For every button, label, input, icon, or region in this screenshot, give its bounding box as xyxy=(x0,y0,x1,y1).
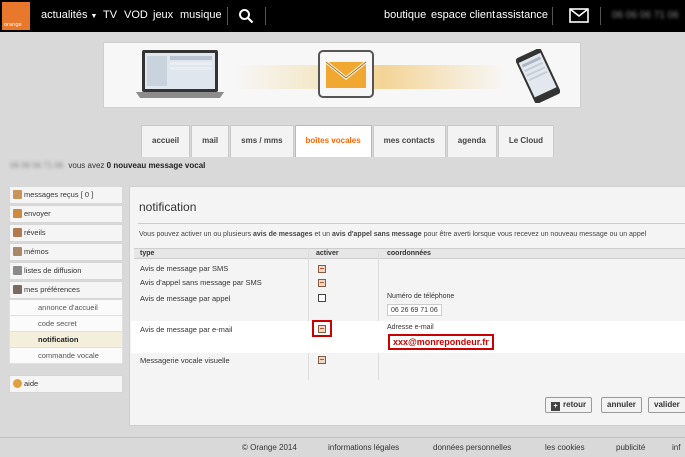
checkbox-appel[interactable] xyxy=(318,294,326,302)
orange-logo[interactable]: orange xyxy=(2,2,30,30)
row-type-appel-sans-message: Avis d'appel sans message par SMS xyxy=(140,278,262,287)
user-phone-number: 06 06 06 71 06 xyxy=(612,10,679,21)
footer-copyright: © Orange 2014 xyxy=(242,443,297,452)
sidebar-item-reveils[interactable]: réveils xyxy=(9,224,123,242)
column-header-type: type xyxy=(140,250,155,257)
intro-text: Vous pouvez activer un ou plusieurs avis… xyxy=(139,231,647,238)
nav-jeux[interactable]: jeux xyxy=(153,9,173,21)
nav-boutique[interactable]: boutique xyxy=(384,9,426,21)
mail-icon[interactable] xyxy=(569,8,589,23)
envelope-icon xyxy=(318,50,374,98)
nav-assistance[interactable]: assistance xyxy=(496,9,548,21)
logo-text: orange xyxy=(4,22,22,28)
footer-link-cookies[interactable]: les cookies xyxy=(545,443,585,452)
laptop-illustration xyxy=(136,50,224,98)
list-icon xyxy=(13,266,22,275)
help-icon xyxy=(13,379,22,388)
row-type-email: Avis de message par e-mail xyxy=(140,325,233,334)
phone-number-field[interactable]: 06 26 69 71 06 xyxy=(387,304,442,316)
row-type-appel: Avis de message par appel xyxy=(140,294,231,303)
footer-link-donnees-personnelles[interactable]: données personnelles xyxy=(433,443,511,452)
column-header-activer: activer xyxy=(316,250,339,257)
sidebar-item-mes-preferences[interactable]: mes préférences xyxy=(9,281,123,299)
main-tabs: accueil mail sms / mms boîtes vocales me… xyxy=(141,125,555,157)
valider-button[interactable]: valider xyxy=(648,397,685,413)
divider xyxy=(552,7,553,25)
annuler-button[interactable]: annuler xyxy=(601,397,642,413)
column-divider xyxy=(378,248,379,380)
plus-icon: + xyxy=(551,402,560,411)
footer-link-more[interactable]: inf xyxy=(672,443,680,452)
email-label: Adresse e-mail xyxy=(387,324,434,331)
column-divider xyxy=(308,248,309,380)
column-header-coordonnees: coordonnées xyxy=(387,250,431,257)
footer-link-publicite[interactable]: publicité xyxy=(616,443,645,452)
sidebar-subitem-commande-vocale[interactable]: commande vocale xyxy=(9,348,123,364)
sidebar-subitem-notification[interactable]: notification xyxy=(9,332,123,348)
smartphone-illustration xyxy=(516,49,560,103)
sidebar-item-memos[interactable]: mémos xyxy=(9,243,123,261)
notification-panel: notification Vous pouvez activer un ou p… xyxy=(129,186,685,426)
voicemail-banner xyxy=(103,42,581,108)
search-icon[interactable] xyxy=(238,8,254,24)
nav-actualites[interactable]: actualités ▼ xyxy=(41,9,97,21)
sidebar-subitem-annonce[interactable]: annonce d'accueil xyxy=(9,300,123,316)
nav-vod[interactable]: VOD xyxy=(124,9,148,21)
nav-musique[interactable]: musique xyxy=(180,9,222,21)
top-navigation-bar: orange actualités ▼ TV VOD jeux musique b… xyxy=(0,0,685,32)
sidebar-item-messages-recus[interactable]: messages reçus [ 0 ] xyxy=(9,186,123,204)
divider xyxy=(138,223,685,224)
row-type-sms: Avis de message par SMS xyxy=(140,264,229,273)
tab-mail[interactable]: mail xyxy=(191,125,230,157)
sidebar-item-listes-de-diffusion[interactable]: listes de diffusion xyxy=(9,262,123,280)
divider xyxy=(227,7,228,25)
email-field[interactable]: xxx@monrepondeur.fr xyxy=(388,334,494,350)
nav-espace-client[interactable]: espace client xyxy=(431,9,495,21)
sidebar-item-aide[interactable]: aide xyxy=(9,375,123,393)
sidebar: messages reçus [ 0 ] envoyer réveils mém… xyxy=(9,186,123,394)
tab-sms-mms[interactable]: sms / mms xyxy=(230,125,294,157)
checkbox-appel-sans-message[interactable] xyxy=(318,279,326,287)
greeting-phone-number: 06 06 06 71 06 xyxy=(10,161,64,170)
tab-le-cloud[interactable]: Le Cloud xyxy=(497,125,555,157)
divider xyxy=(265,7,266,25)
checkbox-sms[interactable] xyxy=(318,265,326,273)
phone-number-label: Numéro de téléphone xyxy=(387,293,455,300)
page-title: notification xyxy=(139,200,197,214)
tab-accueil[interactable]: accueil xyxy=(141,125,191,157)
tab-agenda[interactable]: agenda xyxy=(446,125,497,157)
messages-icon xyxy=(13,190,22,199)
new-message-count: 0 nouveau message vocal xyxy=(106,161,206,170)
greeting-prefix: vous avez xyxy=(68,161,105,170)
memo-icon xyxy=(13,247,22,256)
nav-tv[interactable]: TV xyxy=(103,9,117,21)
chevron-down-icon: ▼ xyxy=(90,13,98,20)
tab-boites-vocales[interactable]: boîtes vocales xyxy=(294,125,372,157)
footer-link-informations-legales[interactable]: informations légales xyxy=(328,443,399,452)
footer: © Orange 2014 informations légales donné… xyxy=(0,437,685,457)
tab-mes-contacts[interactable]: mes contacts xyxy=(372,125,446,157)
send-icon xyxy=(13,209,22,218)
sidebar-item-envoyer[interactable]: envoyer xyxy=(9,205,123,223)
greeting-line: 06 06 06 71 06 vous avez 0 nouveau messag… xyxy=(10,161,205,170)
row-type-messagerie-visuelle: Messagerie vocale visuelle xyxy=(140,356,230,365)
table-header: type activer coordonnées xyxy=(134,248,685,259)
retour-button[interactable]: + retour xyxy=(545,397,593,413)
divider xyxy=(600,7,601,25)
sidebar-subitem-code-secret[interactable]: code secret xyxy=(9,316,123,332)
checkbox-highlight-box xyxy=(312,320,332,337)
checkbox-messagerie-visuelle[interactable] xyxy=(318,356,326,364)
preferences-icon xyxy=(13,285,22,294)
alarm-icon xyxy=(13,228,22,237)
